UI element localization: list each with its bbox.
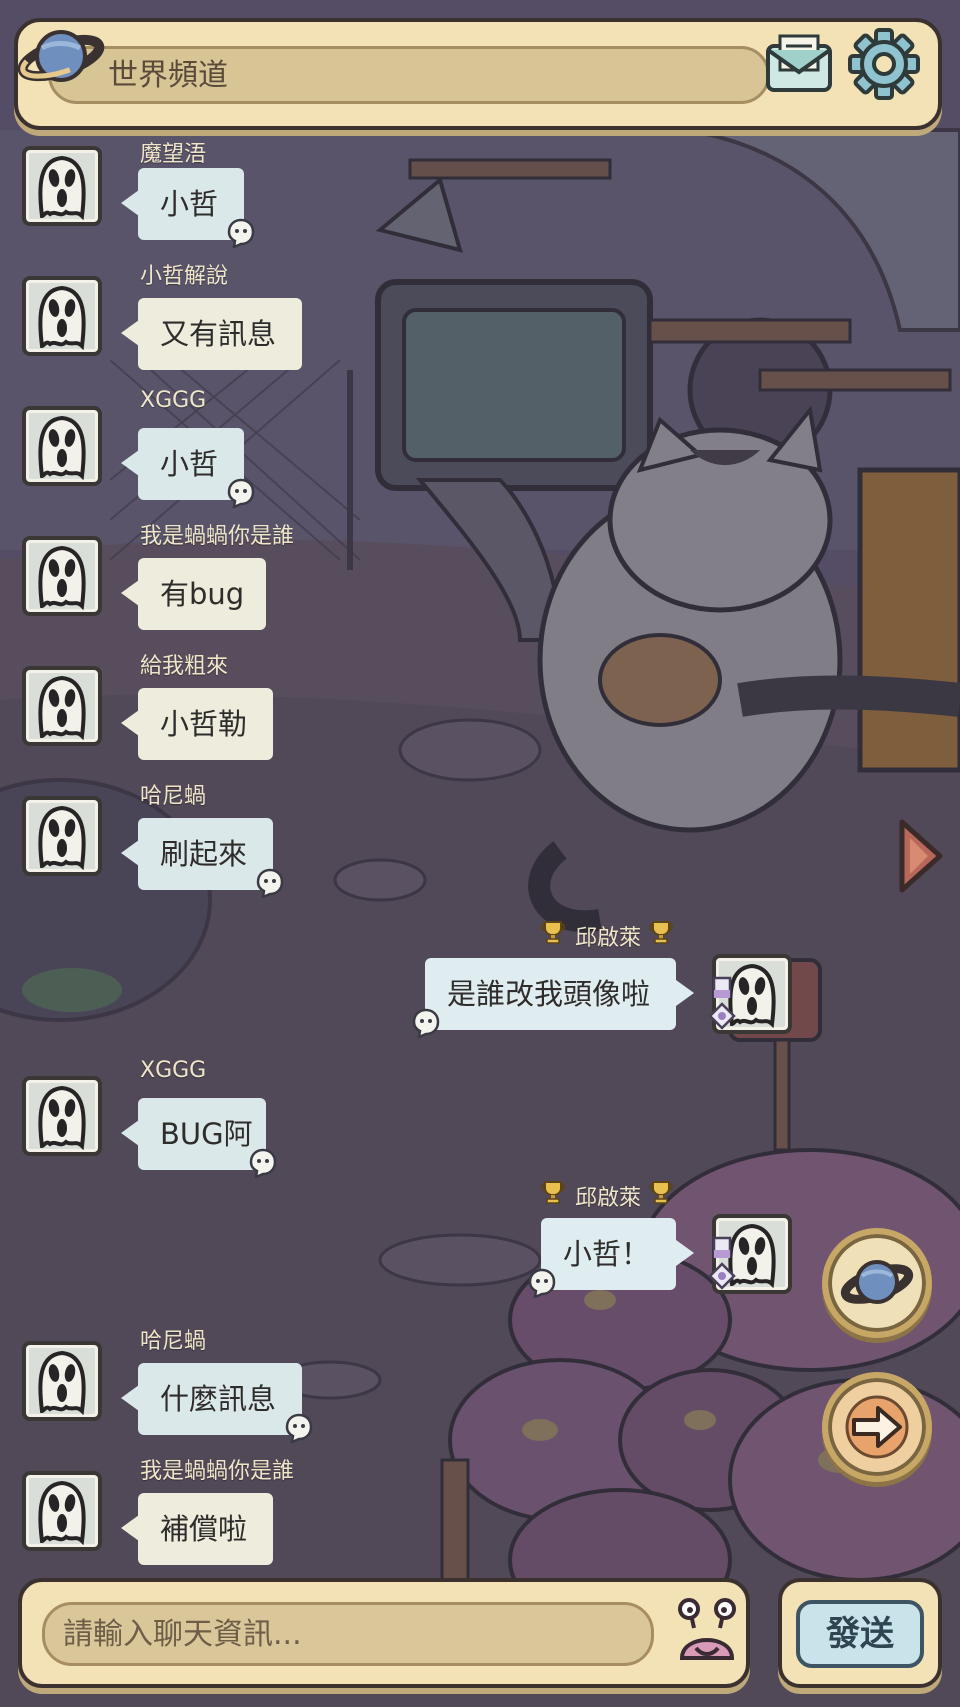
message-bubble[interactable]: 有bug <box>138 558 266 630</box>
sender-name: 魔望浯 <box>140 142 207 167</box>
arrow-right-icon <box>845 1395 909 1459</box>
sender-name: XGGG <box>140 1058 207 1083</box>
channel-title: 世界頻道 <box>108 58 228 93</box>
avatar[interactable] <box>22 1341 102 1421</box>
trophy-icon <box>540 920 566 944</box>
bubble-tail <box>121 1515 139 1541</box>
trophy-icon <box>648 1180 674 1204</box>
sender-name: 給我粗來 <box>140 654 229 679</box>
avatar[interactable] <box>22 1471 102 1551</box>
send-button[interactable]: 發送 <box>796 1600 924 1668</box>
ghost-mask-icon <box>38 545 86 610</box>
ghost-mask-icon <box>38 1350 86 1415</box>
chat-input-bar <box>18 1578 750 1688</box>
ghost-mask-icon <box>38 155 86 220</box>
bubble-tail <box>121 1385 139 1411</box>
message-bubble[interactable]: 刷起來 <box>138 818 273 890</box>
bubble-tail <box>121 710 139 736</box>
planet-button[interactable] <box>822 1228 932 1338</box>
emoji-snail-icon[interactable] <box>672 1598 742 1670</box>
message-bubble[interactable]: 是誰改我頭像啦 <box>425 958 676 1030</box>
sender-name: 小哲解說 <box>140 264 229 289</box>
ghost-mask-icon <box>38 1085 86 1150</box>
trophy-icon <box>540 1180 566 1204</box>
avatar[interactable] <box>22 276 102 356</box>
mail-icon[interactable] <box>764 32 834 94</box>
avatar[interactable] <box>22 406 102 486</box>
gear-icon[interactable] <box>848 28 920 100</box>
arrow-button[interactable] <box>822 1372 932 1482</box>
ghost-mask-icon <box>38 805 86 870</box>
ghost-emote-icon <box>255 868 285 900</box>
avatar[interactable] <box>22 536 102 616</box>
message-bubble[interactable]: 小哲！ <box>541 1218 676 1290</box>
rank-badge-icon <box>708 1236 736 1294</box>
bubble-tail <box>121 190 139 216</box>
sender-name: 我是蝸蝸你是誰 <box>140 1459 295 1484</box>
planet-icon[interactable] <box>16 18 106 98</box>
sender-name: 邱啟萊 <box>575 926 642 951</box>
send-panel: 發送 <box>778 1578 942 1688</box>
trophy-icon <box>648 920 674 944</box>
ghost-emote-icon <box>248 1148 278 1180</box>
play-arrow-icon[interactable] <box>896 816 946 896</box>
avatar[interactable] <box>22 666 102 746</box>
sender-name: XGGG <box>140 388 207 413</box>
chat-input[interactable] <box>42 1602 654 1666</box>
avatar[interactable] <box>22 146 102 226</box>
message-bubble[interactable]: BUG阿 <box>138 1098 266 1170</box>
bubble-tail <box>676 1240 694 1266</box>
message-bubble[interactable]: 小哲勒 <box>138 688 273 760</box>
ghost-mask-icon <box>38 675 86 740</box>
bubble-tail <box>121 320 139 346</box>
bubble-tail <box>121 450 139 476</box>
sender-name: 我是蝸蝸你是誰 <box>140 524 295 549</box>
ghost-mask-icon <box>38 415 86 480</box>
ghost-mask-icon <box>38 1480 86 1545</box>
avatar[interactable] <box>22 796 102 876</box>
sender-name: 哈尼蝸 <box>140 784 207 809</box>
message-bubble[interactable]: 補償啦 <box>138 1493 273 1565</box>
message-bubble[interactable]: 又有訊息 <box>138 298 302 370</box>
ghost-emote-icon <box>527 1268 557 1300</box>
ghost-emote-icon <box>411 1008 441 1040</box>
avatar[interactable] <box>22 1076 102 1156</box>
sender-name: 哈尼蝸 <box>140 1329 207 1354</box>
planet-icon <box>840 1260 914 1304</box>
bubble-tail <box>121 580 139 606</box>
ghost-emote-icon <box>226 218 256 250</box>
ghost-emote-icon <box>284 1413 314 1445</box>
bubble-tail <box>121 840 139 866</box>
sender-name: 邱啟萊 <box>575 1186 642 1211</box>
ghost-emote-icon <box>226 478 256 510</box>
message-bubble[interactable]: 什麼訊息 <box>138 1363 302 1435</box>
bubble-tail <box>121 1120 139 1146</box>
ghost-mask-icon <box>38 285 86 350</box>
rank-badge-icon <box>708 976 736 1034</box>
bubble-tail <box>676 980 694 1006</box>
